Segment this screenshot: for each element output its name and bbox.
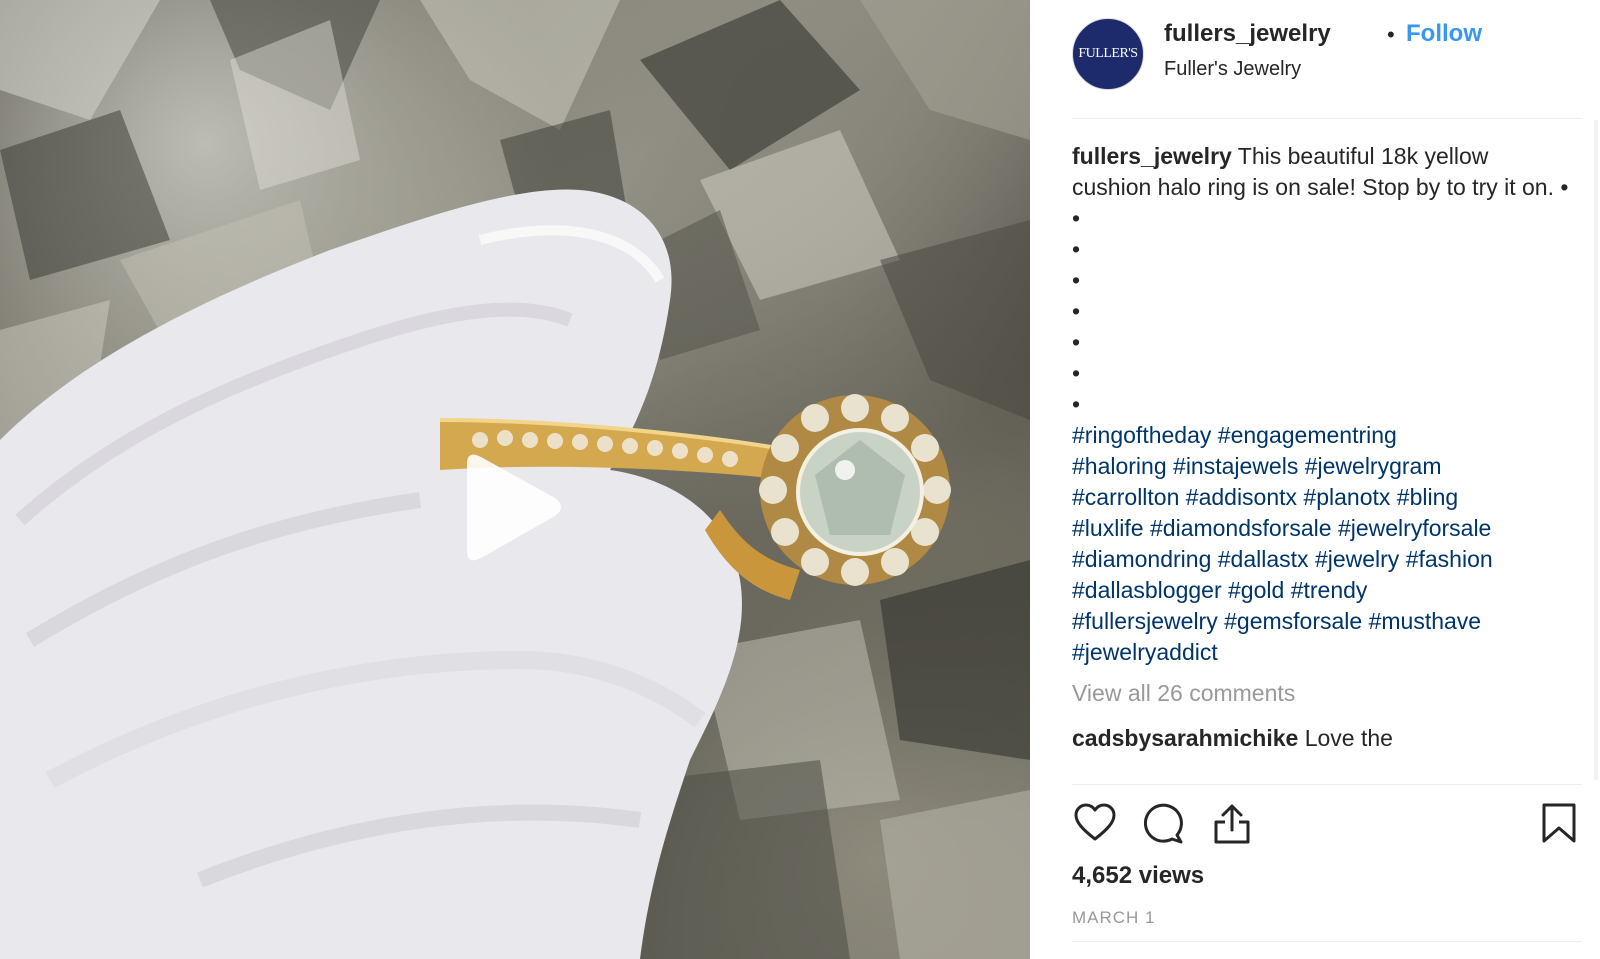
- hashtag-link[interactable]: #gemsforsale: [1224, 608, 1362, 634]
- header-divider: [1072, 118, 1582, 119]
- account-full-name: Fuller's Jewelry: [1164, 58, 1302, 80]
- hashtag-link[interactable]: #fashion: [1406, 546, 1493, 572]
- hashtag-link[interactable]: #dallastx: [1218, 546, 1309, 572]
- avatar[interactable]: FULLER'S: [1072, 18, 1144, 90]
- caption-bullet: •: [1072, 205, 1081, 231]
- share-button[interactable]: [1209, 800, 1255, 846]
- caption: fullers_jewelry This beautiful 18k yello…: [1072, 141, 1570, 420]
- hashtag-link[interactable]: #addisontx: [1186, 484, 1297, 510]
- caption-section: fullers_jewelry This beautiful 18k yello…: [1072, 141, 1570, 781]
- comment-preview: cadsbysarahmichike Love the: [1072, 725, 1570, 752]
- hashtag-link[interactable]: #jewelryaddict: [1072, 639, 1218, 665]
- hashtag-link[interactable]: #carrollton: [1072, 484, 1179, 510]
- hashtag-link[interactable]: #luxlife: [1072, 515, 1144, 541]
- caption-bullet: •: [1072, 391, 1081, 417]
- post-video[interactable]: [0, 0, 1030, 959]
- caption-scrollbar[interactable]: [1594, 120, 1598, 780]
- caption-username[interactable]: fullers_jewelry: [1072, 143, 1232, 169]
- caption-bullet: •: [1072, 236, 1081, 262]
- separator-dot: •: [1387, 22, 1395, 47]
- hashtag-link[interactable]: #planotx: [1303, 484, 1390, 510]
- hashtag-link[interactable]: #engagementring: [1218, 422, 1397, 448]
- caption-bullet: •: [1072, 298, 1081, 324]
- hashtag-link[interactable]: #diamondsforsale: [1150, 515, 1332, 541]
- post-date[interactable]: MARCH 1: [1072, 908, 1156, 928]
- hashtag-link[interactable]: #haloring: [1072, 453, 1167, 479]
- footer-divider: [1072, 941, 1582, 942]
- hashtag-link[interactable]: #ringoftheday: [1072, 422, 1211, 448]
- speech-bubble-icon: [1143, 803, 1183, 844]
- hashtag-link[interactable]: #musthave: [1369, 608, 1482, 634]
- bookmark-icon: [1542, 803, 1576, 843]
- caption-bullet: •: [1072, 360, 1081, 386]
- share-icon: [1214, 804, 1250, 844]
- heart-icon: [1074, 803, 1116, 841]
- view-all-comments-link[interactable]: View all 26 comments: [1072, 680, 1570, 707]
- hashtag-link[interactable]: #gold: [1228, 577, 1284, 603]
- hashtag-link[interactable]: #bling: [1397, 484, 1458, 510]
- hashtag-link[interactable]: #jewelry: [1315, 546, 1399, 572]
- hashtag-link[interactable]: #trendy: [1291, 577, 1368, 603]
- username-link[interactable]: fullers_jewelry: [1164, 20, 1331, 48]
- hashtag-link[interactable]: #diamondring: [1072, 546, 1211, 572]
- hashtag-link[interactable]: #instajewels: [1173, 453, 1298, 479]
- comment-username[interactable]: cadsbysarahmichike: [1072, 725, 1298, 751]
- like-button[interactable]: [1072, 800, 1118, 846]
- actions-divider: [1072, 784, 1582, 785]
- play-button[interactable]: [455, 450, 565, 565]
- follow-button[interactable]: Follow: [1406, 20, 1482, 48]
- comment-button[interactable]: [1140, 800, 1186, 846]
- hashtag-link[interactable]: #jewelryforsale: [1338, 515, 1491, 541]
- post-header: FULLER'S fullers_jewelry • Follow Fuller…: [1072, 16, 1580, 116]
- hashtag-link[interactable]: #dallasblogger: [1072, 577, 1222, 603]
- hashtag-link[interactable]: #jewelrygram: [1305, 453, 1442, 479]
- caption-bullet: •: [1072, 267, 1081, 293]
- play-icon: [467, 454, 561, 561]
- comment-text: Love the: [1304, 725, 1393, 751]
- avatar-logo-text: FULLER'S: [1078, 46, 1138, 61]
- hashtag-list: #ringoftheday #engagementring #haloring …: [1072, 420, 1570, 668]
- caption-bullet: •: [1072, 329, 1081, 355]
- view-count[interactable]: 4,652 views: [1072, 862, 1204, 890]
- action-bar: [1072, 800, 1576, 850]
- hashtag-link[interactable]: #fullersjewelry: [1072, 608, 1218, 634]
- save-button[interactable]: [1536, 800, 1582, 846]
- post-sidebar: FULLER'S fullers_jewelry • Follow Fuller…: [1030, 0, 1600, 959]
